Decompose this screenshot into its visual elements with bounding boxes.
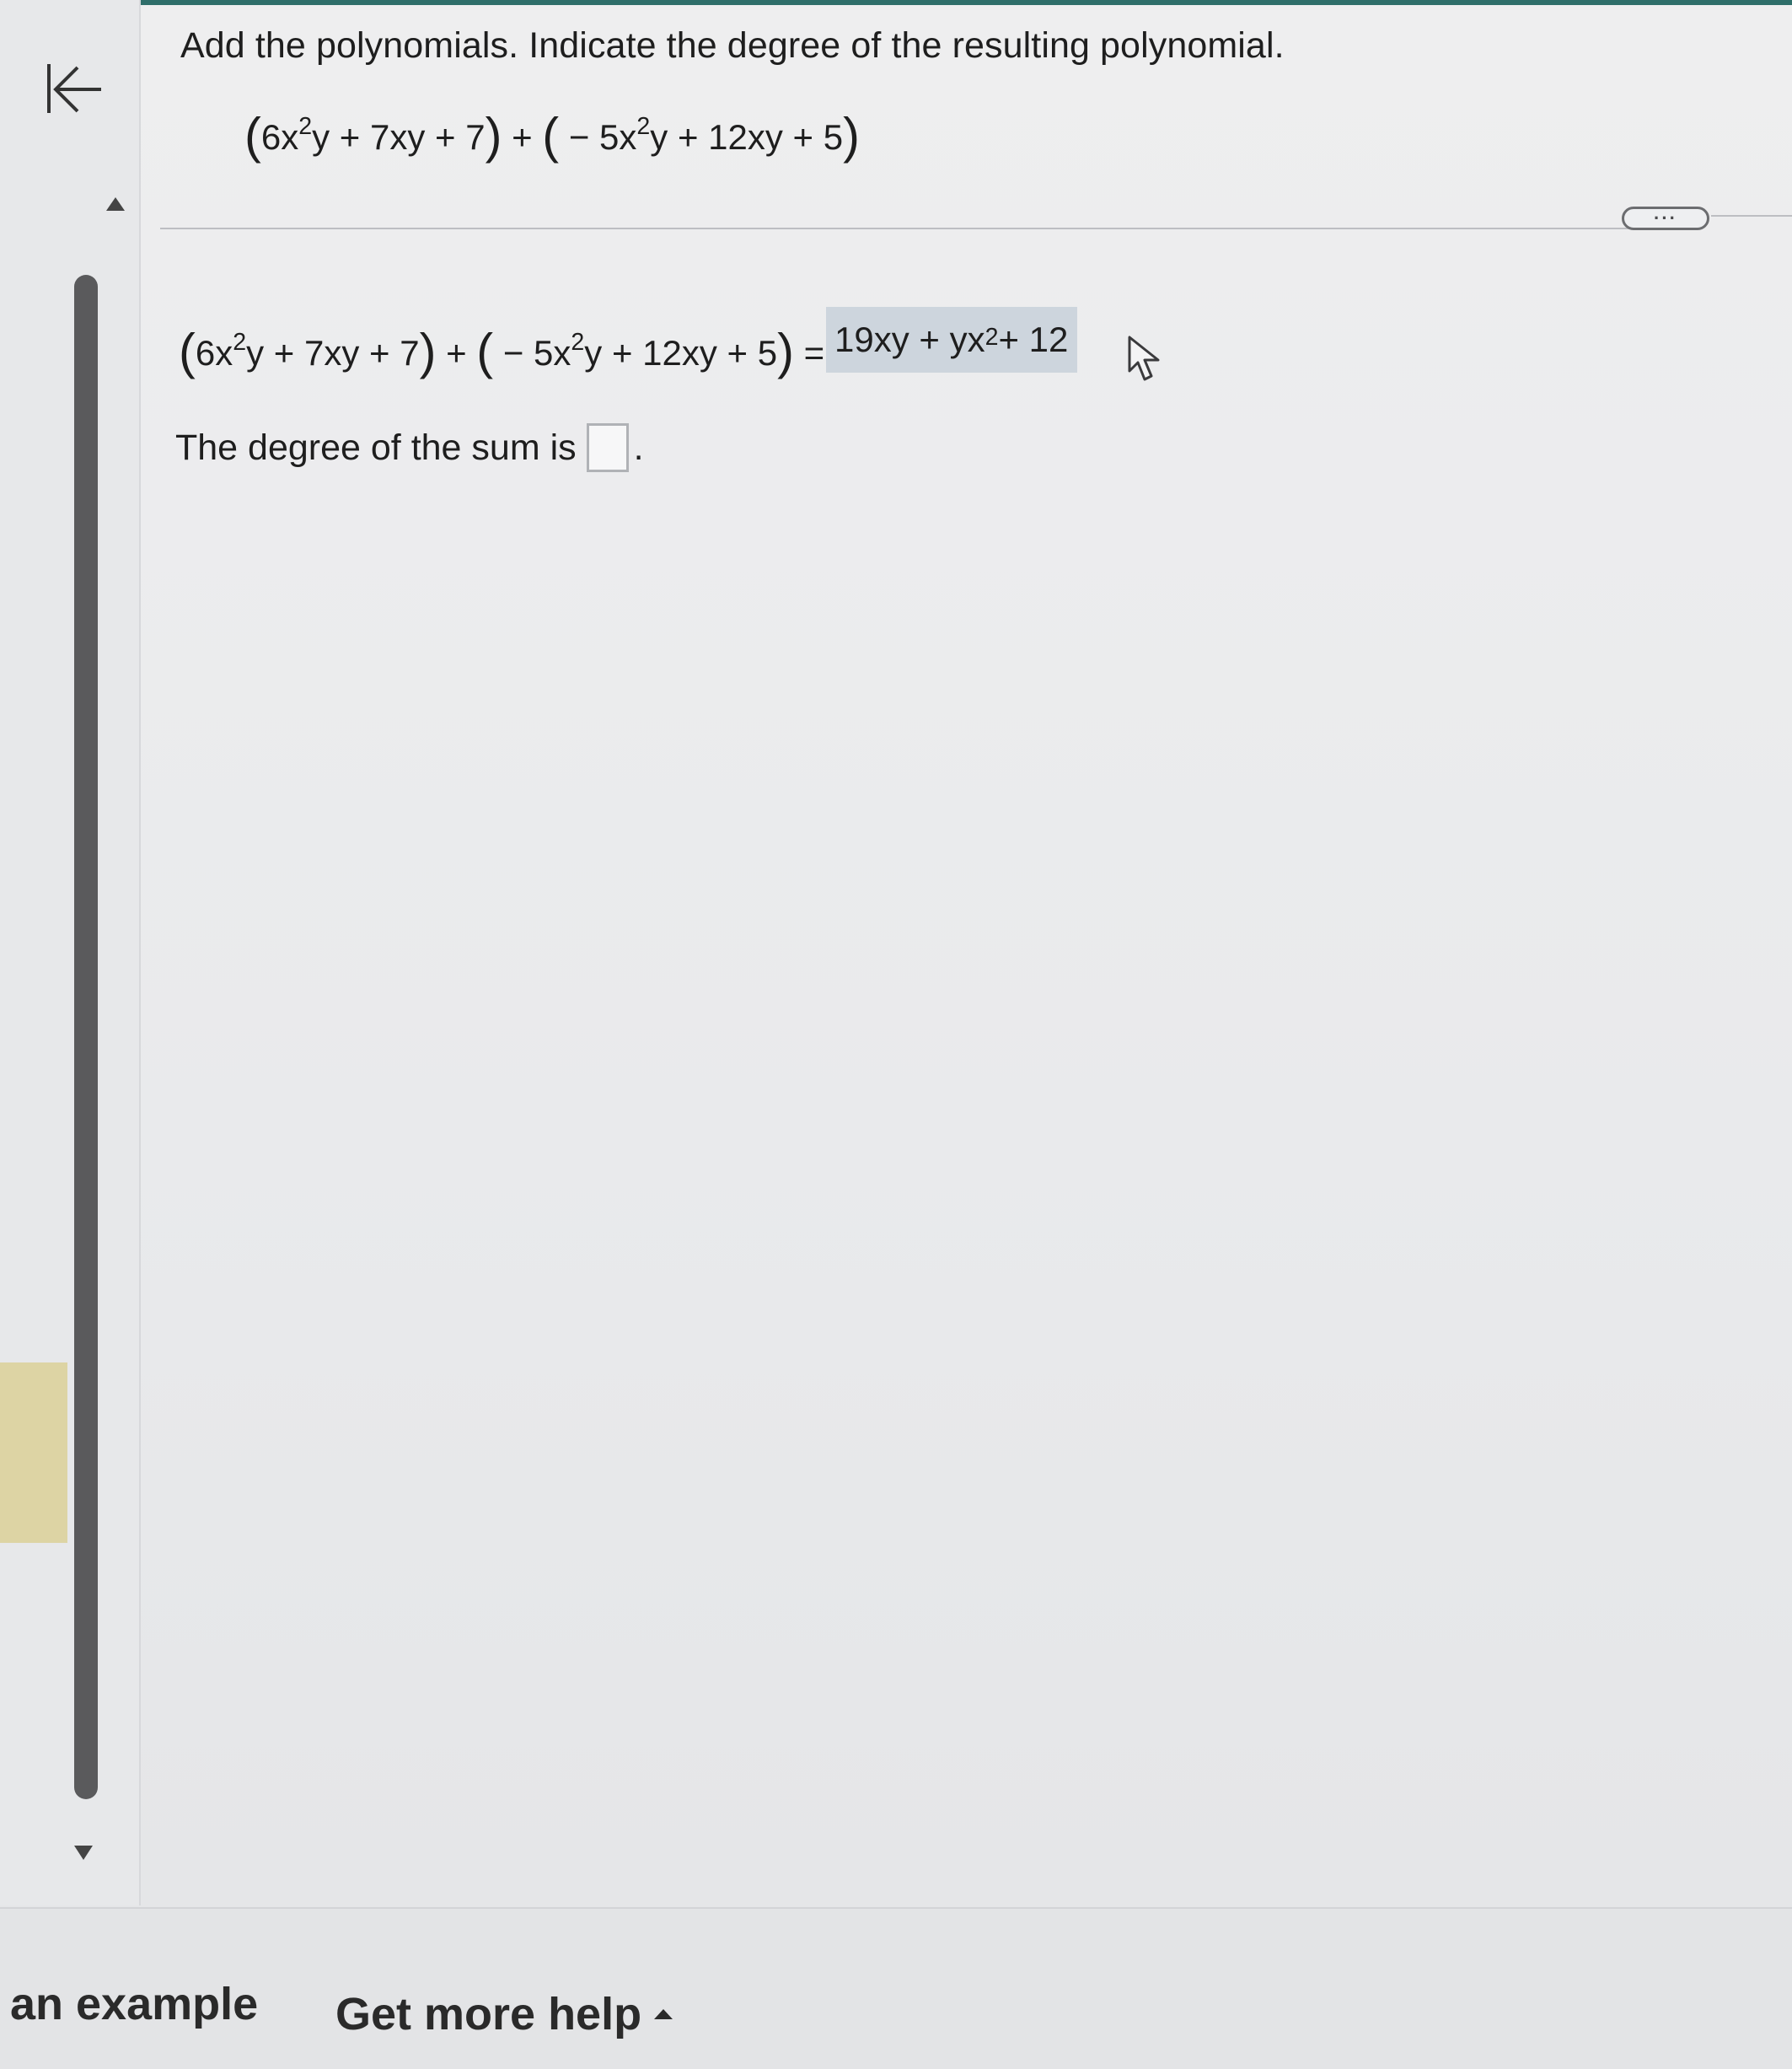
degree-period: . <box>633 427 644 468</box>
degree-label: The degree of the sum is <box>175 427 577 468</box>
left-paren: ( <box>476 322 494 379</box>
left-rail <box>0 0 141 1905</box>
term: y + 12xy + 5 <box>584 333 778 373</box>
term: − 5x <box>493 333 571 373</box>
right-paren: ) <box>485 106 502 164</box>
answer-expression: (6x2y + 7xy + 7) + ( − 5x2y + 12xy + 5) … <box>179 319 825 379</box>
answer-term: + 12 <box>998 320 1069 359</box>
equals-sign: = <box>793 333 825 373</box>
problem-expression: (6x2y + 7xy + 7) + ( − 5x2y + 12xy + 5) <box>244 103 860 164</box>
mouse-pointer-icon <box>1128 336 1160 381</box>
app-window: Add the polynomials. Indicate the degree… <box>0 0 1792 2069</box>
left-paren: ( <box>244 106 261 164</box>
plus-sign: + <box>436 333 477 373</box>
exponent: 2 <box>233 329 247 357</box>
top-accent-bar <box>0 0 1792 5</box>
right-paren: ) <box>419 322 437 379</box>
more-options-button[interactable]: ··· <box>1622 207 1709 230</box>
exponent: 2 <box>636 113 651 141</box>
question-instruction: Add the polynomials. Indicate the degree… <box>180 25 1285 66</box>
plus-sign: + <box>502 117 543 157</box>
scroll-up-arrow-icon[interactable] <box>105 196 126 212</box>
footer-bar: an example Get more help <box>0 1907 1792 2069</box>
term: 6x <box>195 333 233 373</box>
scroll-down-arrow-icon[interactable] <box>72 1843 94 1862</box>
get-more-help-label: Get more help <box>335 1989 642 2039</box>
left-paren: ( <box>179 322 196 379</box>
exponent: 2 <box>298 113 313 141</box>
term: − 5x <box>559 117 637 157</box>
section-divider-right <box>1711 215 1792 217</box>
caret-up-icon <box>654 2009 673 2019</box>
exponent: 2 <box>571 329 585 357</box>
scrollbar-thumb[interactable] <box>74 275 98 1799</box>
back-to-start-icon[interactable] <box>42 57 110 121</box>
degree-question: The degree of the sum is . <box>175 423 644 472</box>
sum-answer-field[interactable]: 19xy + yx 2 + 12 <box>826 307 1077 373</box>
right-paren: ) <box>843 106 860 164</box>
left-paren: ( <box>542 106 560 164</box>
term: y + 12xy + 5 <box>650 117 844 157</box>
term: y + 7xy + 7 <box>246 333 420 373</box>
side-note-tab <box>0 1362 67 1543</box>
get-more-help-button[interactable]: Get more help <box>335 1988 675 2040</box>
view-example-button[interactable]: an example <box>10 1978 258 2030</box>
degree-input[interactable] <box>586 423 629 472</box>
term: 6x <box>260 117 299 157</box>
right-paren: ) <box>777 322 794 379</box>
answer-term: 19xy + yx <box>834 320 985 359</box>
section-divider <box>160 228 1669 229</box>
term: y + 7xy + 7 <box>312 117 486 157</box>
